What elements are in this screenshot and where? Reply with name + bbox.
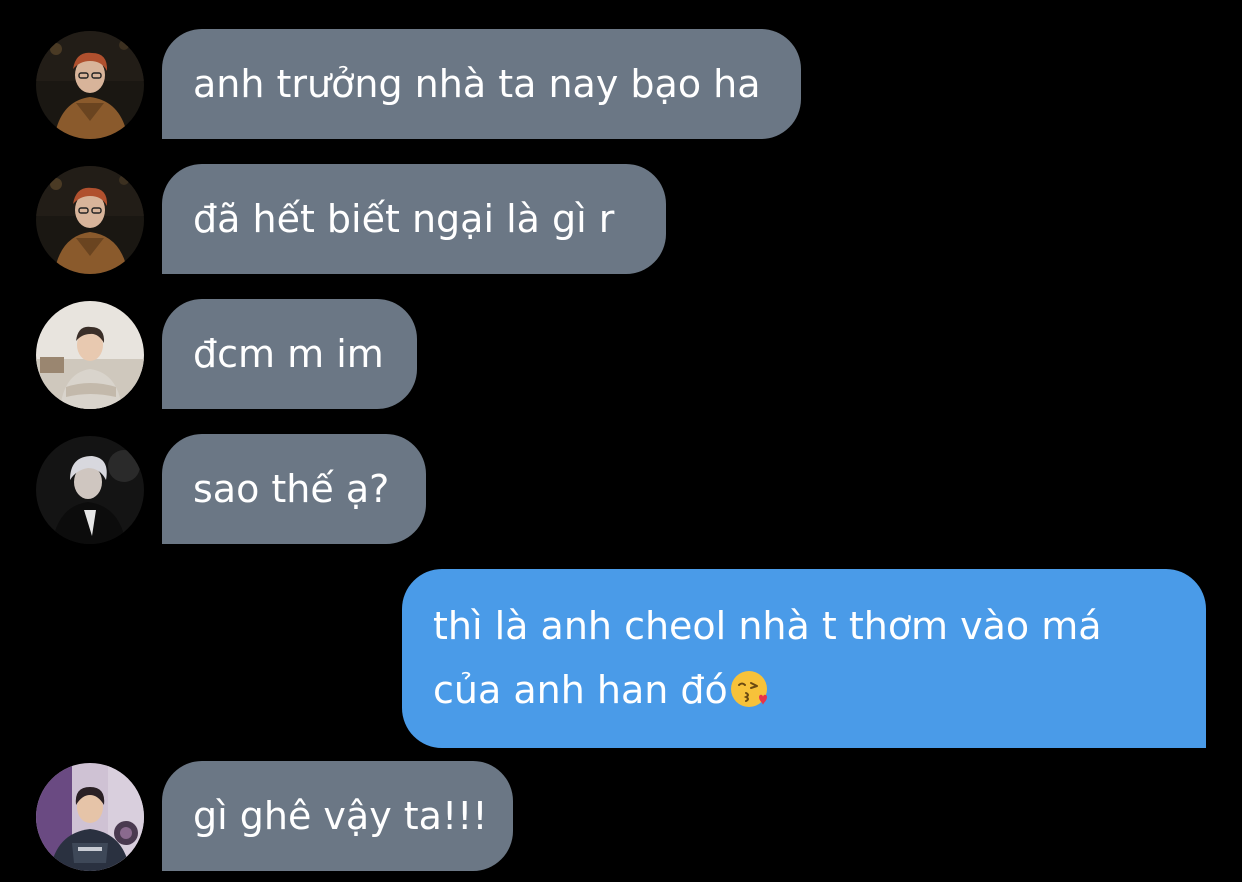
message-text: gì ghê vậy ta!!! — [193, 794, 488, 838]
message-bubble-outgoing[interactable]: thì là anh cheol nhà t thơm vào má của a… — [402, 569, 1206, 748]
message-bubble-incoming[interactable]: đã hết biết ngại là gì r — [162, 164, 666, 274]
avatar[interactable] — [36, 763, 144, 871]
person-avatar-icon — [36, 763, 144, 871]
avatar[interactable] — [36, 31, 144, 139]
person-avatar-icon — [36, 436, 144, 544]
message-row: sao thế ạ? — [0, 434, 1242, 544]
person-avatar-icon — [36, 166, 144, 274]
message-text: đã hết biết ngại là gì r — [193, 197, 615, 241]
avatar[interactable] — [36, 166, 144, 274]
message-row: anh trưởng nhà ta nay bạo ha — [0, 29, 1242, 139]
message-bubble-incoming[interactable]: đcm m im — [162, 299, 417, 409]
avatar[interactable] — [36, 301, 144, 409]
message-text: đcm m im — [193, 332, 384, 376]
message-row: gì ghê vậy ta!!! — [0, 761, 1242, 871]
message-text: sao thế ạ? — [193, 467, 390, 511]
message-text: anh trưởng nhà ta nay bạo ha — [193, 62, 761, 106]
message-row: đã hết biết ngại là gì r — [0, 164, 1242, 274]
avatar[interactable] — [36, 436, 144, 544]
message-bubble-incoming[interactable]: gì ghê vậy ta!!! — [162, 761, 513, 871]
message-row: thì là anh cheol nhà t thơm vào má của a… — [0, 569, 1242, 748]
person-avatar-icon — [36, 31, 144, 139]
message-bubble-incoming[interactable]: sao thế ạ? — [162, 434, 426, 544]
kissing-face-with-heart-icon — [730, 671, 767, 707]
message-row: đcm m im — [0, 299, 1242, 409]
message-bubble-incoming[interactable]: anh trưởng nhà ta nay bạo ha — [162, 29, 801, 139]
person-avatar-icon — [36, 301, 144, 409]
